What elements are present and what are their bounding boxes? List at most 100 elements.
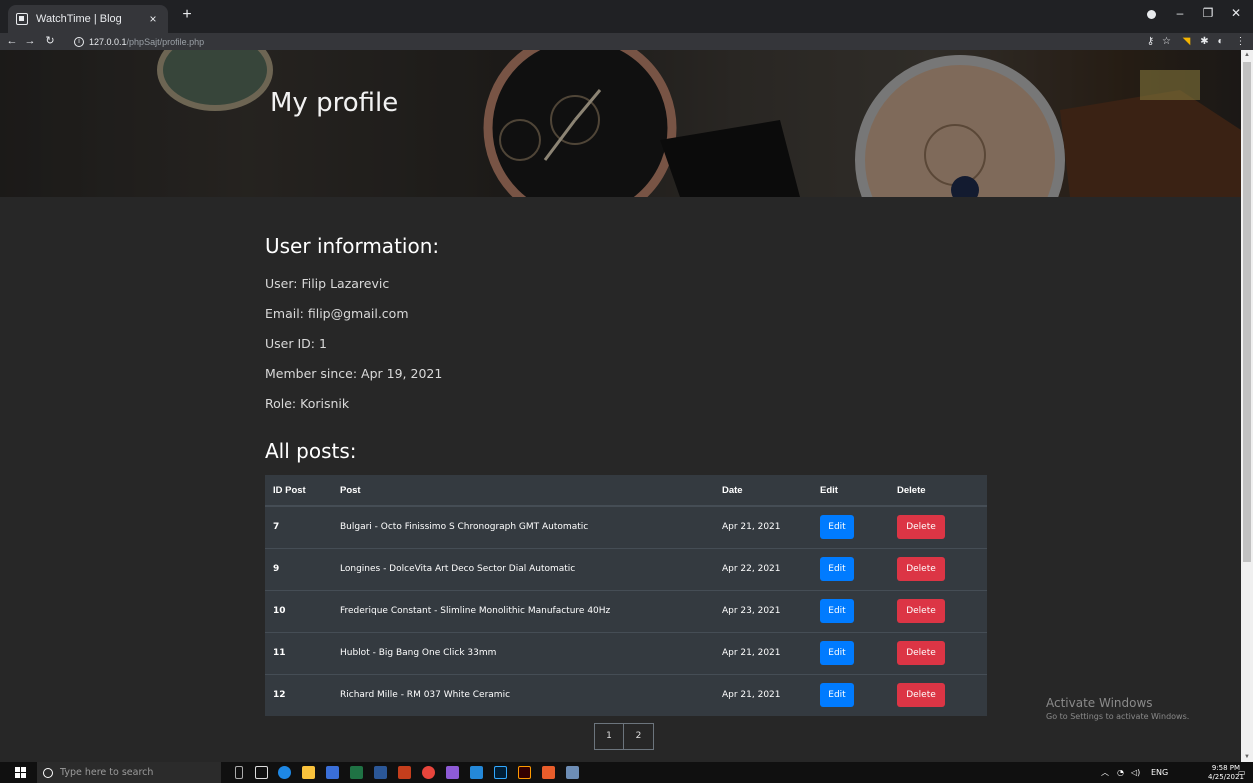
task-view-icon[interactable]: [255, 766, 268, 779]
browser-tab[interactable]: WatchTime | Blog ×: [8, 5, 168, 33]
edit-button[interactable]: Edit: [820, 641, 854, 665]
member-since-text: Member since: Apr 19, 2021: [265, 366, 443, 381]
table-header-row: ID Post Post Date Edit Delete: [265, 475, 987, 507]
chrome-icon[interactable]: [422, 766, 435, 779]
forward-icon[interactable]: →: [22, 33, 38, 50]
taskbar-search-box[interactable]: Type here to search: [37, 762, 221, 783]
app-icon[interactable]: [566, 766, 579, 779]
language-indicator[interactable]: ENG: [1151, 762, 1168, 783]
browser-menu-icon[interactable]: ⋮: [1234, 35, 1247, 48]
activate-windows-watermark: Activate Windows Go to Settings to activ…: [1046, 696, 1189, 721]
xampp-icon[interactable]: [542, 766, 555, 779]
page-title: My profile: [270, 88, 399, 118]
hero-overlay: [0, 50, 1241, 197]
page-link-2[interactable]: 2: [624, 723, 654, 750]
url-path: /phpSajt/profile.php: [126, 36, 205, 47]
post-date-cell: Apr 21, 2021: [714, 631, 812, 674]
reload-icon[interactable]: ↻: [42, 33, 58, 50]
new-tab-button[interactable]: +: [178, 6, 196, 24]
all-posts-heading: All posts:: [265, 439, 357, 463]
delete-button[interactable]: Delete: [897, 599, 945, 623]
edit-button[interactable]: Edit: [820, 683, 854, 708]
post-date-cell: Apr 22, 2021: [714, 547, 812, 590]
delete-button[interactable]: Delete: [897, 641, 945, 665]
browser-toolbar: ← → ↻ i 127.0.0.1 /phpSajt/profile.php ⚷…: [0, 33, 1253, 50]
windows-start-icon[interactable]: [15, 767, 26, 778]
url-host: 127.0.0.1: [89, 36, 127, 47]
network-icon[interactable]: ◔: [1117, 762, 1124, 783]
scroll-up-icon[interactable]: ▲: [1241, 50, 1253, 60]
column-header-date: Date: [714, 475, 812, 507]
delete-button[interactable]: Delete: [897, 683, 945, 708]
post-id-cell: 7: [265, 505, 332, 548]
theme-extension-icon[interactable]: ◐: [1214, 35, 1227, 48]
delete-button[interactable]: Delete: [897, 557, 945, 581]
site-favicon-icon: [16, 13, 28, 25]
word-icon[interactable]: [374, 766, 387, 779]
edge-icon[interactable]: [278, 766, 291, 779]
activate-windows-title: Activate Windows: [1046, 696, 1153, 710]
post-date-cell: Apr 21, 2021: [714, 505, 812, 548]
scroll-down-icon[interactable]: ▼: [1241, 752, 1253, 762]
tab-close-icon[interactable]: ×: [146, 12, 160, 26]
close-window-icon[interactable]: ✕: [1224, 3, 1248, 23]
profile-icon[interactable]: [1147, 10, 1156, 19]
photoshop-icon[interactable]: [494, 766, 507, 779]
post-date-cell: Apr 21, 2021: [714, 673, 812, 716]
address-bar[interactable]: i 127.0.0.1 /phpSajt/profile.php: [74, 34, 204, 49]
tray-chevron-icon[interactable]: ︿: [1101, 762, 1109, 783]
post-id-cell: 9: [265, 547, 332, 590]
browser-tab-bar: WatchTime | Blog × + – ❐ ✕: [0, 0, 1253, 33]
post-title-cell: Frederique Constant - Slimline Monolithi…: [332, 589, 714, 632]
column-header-delete: Delete: [889, 475, 987, 507]
user-id-text: User ID: 1: [265, 336, 327, 351]
volume-icon[interactable]: ◁): [1131, 762, 1140, 783]
powerpoint-icon[interactable]: [398, 766, 411, 779]
minimize-icon[interactable]: –: [1168, 3, 1192, 23]
windows-taskbar: Type here to search ︿ ◔ ◁) ENG 9:58 PM 4…: [0, 762, 1253, 783]
file-explorer-icon[interactable]: [302, 766, 315, 779]
rss-extension-icon[interactable]: ◥: [1180, 35, 1193, 48]
tab-title: WatchTime | Blog: [36, 13, 122, 25]
vscode-icon[interactable]: [470, 766, 483, 779]
edit-button[interactable]: Edit: [820, 599, 854, 623]
microphone-icon[interactable]: [235, 766, 243, 779]
edit-button[interactable]: Edit: [820, 557, 854, 581]
page-link-1[interactable]: 1: [594, 723, 624, 750]
user-info-heading: User information:: [265, 234, 440, 258]
table-row: 7 Bulgari - Octo Finissimo S Chronograph…: [265, 505, 987, 548]
visual-studio-icon[interactable]: [446, 766, 459, 779]
delete-button[interactable]: Delete: [897, 515, 945, 540]
post-title-cell: Hublot - Big Bang One Click 33mm: [332, 631, 714, 674]
illustrator-icon[interactable]: [518, 766, 531, 779]
table-row: 12 Richard Mille - RM 037 White Ceramic …: [265, 673, 987, 716]
user-name-text: User: Filip Lazarevic: [265, 276, 390, 291]
cortana-icon: [43, 767, 53, 778]
scrollbar-thumb[interactable]: [1243, 62, 1251, 562]
bookmark-star-icon[interactable]: ☆: [1160, 35, 1173, 48]
restore-icon[interactable]: ❐: [1196, 3, 1220, 23]
page-scrollbar[interactable]: ▲ ▼: [1241, 50, 1253, 762]
table-row: 10 Frederique Constant - Slimline Monoli…: [265, 589, 987, 632]
post-title-cell: Bulgari - Octo Finissimo S Chronograph G…: [332, 505, 714, 548]
table-row: 9 Longines - DolceVita Art Deco Sector D…: [265, 547, 987, 590]
site-info-icon[interactable]: i: [74, 36, 84, 47]
user-email-text: Email: filip@gmail.com: [265, 306, 409, 321]
post-date-cell: Apr 23, 2021: [714, 589, 812, 632]
key-icon[interactable]: ⚷: [1144, 35, 1157, 48]
column-header-edit: Edit: [812, 475, 889, 507]
user-role-text: Role: Korisnik: [265, 396, 350, 411]
excel-icon[interactable]: [350, 766, 363, 779]
table-row: 11 Hublot - Big Bang One Click 33mm Apr …: [265, 631, 987, 674]
post-id-cell: 10: [265, 589, 332, 632]
save-app-icon[interactable]: [326, 766, 339, 779]
notifications-icon[interactable]: ▭: [1238, 762, 1246, 783]
extensions-icon[interactable]: ✱: [1198, 35, 1211, 48]
post-title-cell: Longines - DolceVita Art Deco Sector Dia…: [332, 547, 714, 590]
back-icon[interactable]: ←: [4, 33, 20, 50]
taskbar-search-placeholder: Type here to search: [60, 767, 154, 778]
hero-banner: My profile: [0, 50, 1241, 197]
edit-button[interactable]: Edit: [820, 515, 854, 540]
post-id-cell: 11: [265, 631, 332, 674]
post-id-cell: 12: [265, 673, 332, 716]
